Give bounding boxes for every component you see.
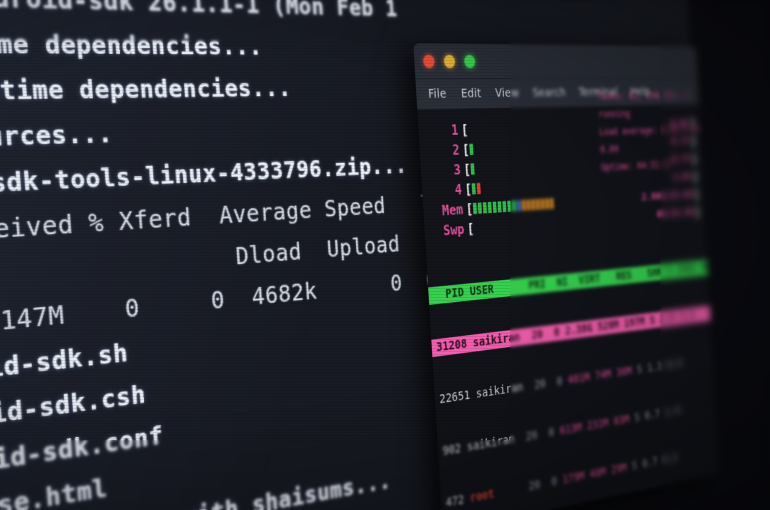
- bracket-close-icon: ]: [694, 204, 701, 220]
- row-state: S: [649, 313, 656, 328]
- row-shr: 197M: [623, 315, 646, 331]
- cpu-meter-2-label: 2: [452, 141, 461, 159]
- row-pid: 31208: [435, 337, 468, 355]
- row-res: 528M: [597, 318, 620, 334]
- log-line: ng buildtime dependencies...: [0, 74, 292, 107]
- row-virt: 179M: [562, 469, 585, 487]
- process-table[interactable]: PID USER PRI NI VIRT RES SHR S CPU% MEM%…: [426, 229, 719, 510]
- menu-item-file[interactable]: File: [428, 87, 447, 101]
- log-line: ng runtime dependencies...: [0, 27, 264, 61]
- memory-meter-label: Mem: [441, 201, 464, 219]
- monitor-screen-surface: kage: android-sdk 26.1.1-1 (Mon Feb 1 ng…: [0, 0, 719, 510]
- swap-meter-value: 0K/15.6G: [656, 206, 694, 221]
- row-mem: 3.3: [679, 309, 695, 324]
- close-icon[interactable]: [422, 54, 435, 68]
- htop-terminal-window[interactable]: File Edit View Search Terminal Help 1 [ …: [413, 43, 719, 510]
- row-ni: 0: [548, 425, 555, 440]
- window-titlebar[interactable]: [413, 43, 698, 80]
- row-user: saikiran: [466, 432, 515, 455]
- window-controls: [422, 54, 476, 68]
- row-mem: 1.4: [664, 404, 681, 420]
- row-user: root: [469, 487, 495, 506]
- row-pid: 902: [442, 441, 462, 459]
- cpu-meter-1-bar: [468, 121, 571, 136]
- menu-item-edit[interactable]: Edit: [461, 87, 482, 101]
- row-pid: 472: [445, 492, 465, 510]
- row-user: saikiran: [472, 330, 521, 351]
- cpu-meter-1-label: 1: [450, 121, 459, 139]
- cpu-meter-4-value: 2.0%: [673, 170, 692, 184]
- menu-item-view[interactable]: View: [495, 87, 520, 101]
- row-ni: 0: [556, 374, 563, 389]
- row-res: 74M: [594, 367, 612, 383]
- cpu-meter-4-bar: [471, 178, 574, 195]
- menu-item-search[interactable]: Search: [532, 86, 566, 100]
- process-table-header: PID USER PRI NI VIRT RES SHR S CPU% MEM%: [428, 259, 719, 305]
- row-pri: 20: [525, 428, 538, 444]
- cpu-meter-3-label: 3: [453, 161, 462, 179]
- table-row[interactable]: 22651 saikiran 20 0 401M 74M 30M S 1.3 0…: [435, 351, 714, 409]
- row-cpu: 0.7: [644, 407, 661, 423]
- row-cpu: 2.0: [659, 311, 676, 326]
- memory-meter-value: 2.80G/15.6G: [641, 188, 693, 204]
- row-ni: 0: [553, 325, 560, 340]
- row-cpu: 1.3: [646, 360, 663, 375]
- row-mem: 0.2: [662, 451, 678, 467]
- cpu-meter-2-bar: [469, 140, 572, 156]
- table-row[interactable]: 31208 saikiran 20 0 2.38G 528M 197M S 2.…: [431, 305, 711, 358]
- row-virt: 2.38G: [564, 321, 593, 339]
- cpu-meter-4-label: 4: [454, 181, 463, 199]
- swap-meter-label: Swp: [442, 220, 465, 239]
- row-pri: 20: [534, 377, 547, 393]
- log-line: ving sources...: [0, 119, 114, 154]
- row-shr: 29M: [610, 461, 628, 478]
- screen-photograph: kage: android-sdk 26.1.1-1 (Mon Feb 1 ng…: [0, 0, 770, 510]
- cpu-meter-3-bar: [470, 159, 573, 175]
- row-mem: 0.5: [667, 357, 683, 372]
- log-line: kage: android-sdk 26.1.1-1 (Mon Feb 1: [0, 0, 398, 22]
- row-res: 40M: [589, 465, 607, 482]
- row-cpu: 0.7: [641, 455, 658, 471]
- row-shr: 83M: [613, 412, 630, 429]
- row-pri: 20: [528, 478, 541, 494]
- row-state: S: [634, 411, 641, 425]
- maximize-icon[interactable]: [463, 54, 476, 68]
- tasks-stat: Tasks: 81, 208 thr; 1 running: [597, 89, 690, 120]
- row-state: S: [636, 363, 643, 377]
- row-state: S: [631, 459, 638, 473]
- bracket-close-icon: ]: [693, 186, 700, 202]
- row-shr: 30M: [615, 364, 633, 380]
- file-line: license.html: [0, 473, 109, 510]
- minimize-icon[interactable]: [443, 54, 456, 68]
- row-virt: 401M: [567, 370, 591, 388]
- row-user: saikiran: [475, 380, 524, 402]
- row-pid: 22651: [439, 388, 471, 407]
- htop-output: 1 [ 0.0% ] 2 [ 0.7% ] 3 [0.7%] 4 [2.0…: [417, 90, 719, 510]
- row-pri: 20: [531, 327, 544, 343]
- row-ni: 0: [551, 474, 558, 490]
- row-virt: 613M: [559, 421, 583, 438]
- load-average-stat: Load average: 0.08 0.10 0.09: [599, 123, 700, 156]
- htop-system-stats: Tasks: 81, 208 thr; 1 running Load avera…: [597, 87, 703, 177]
- row-res: 231M: [586, 416, 609, 433]
